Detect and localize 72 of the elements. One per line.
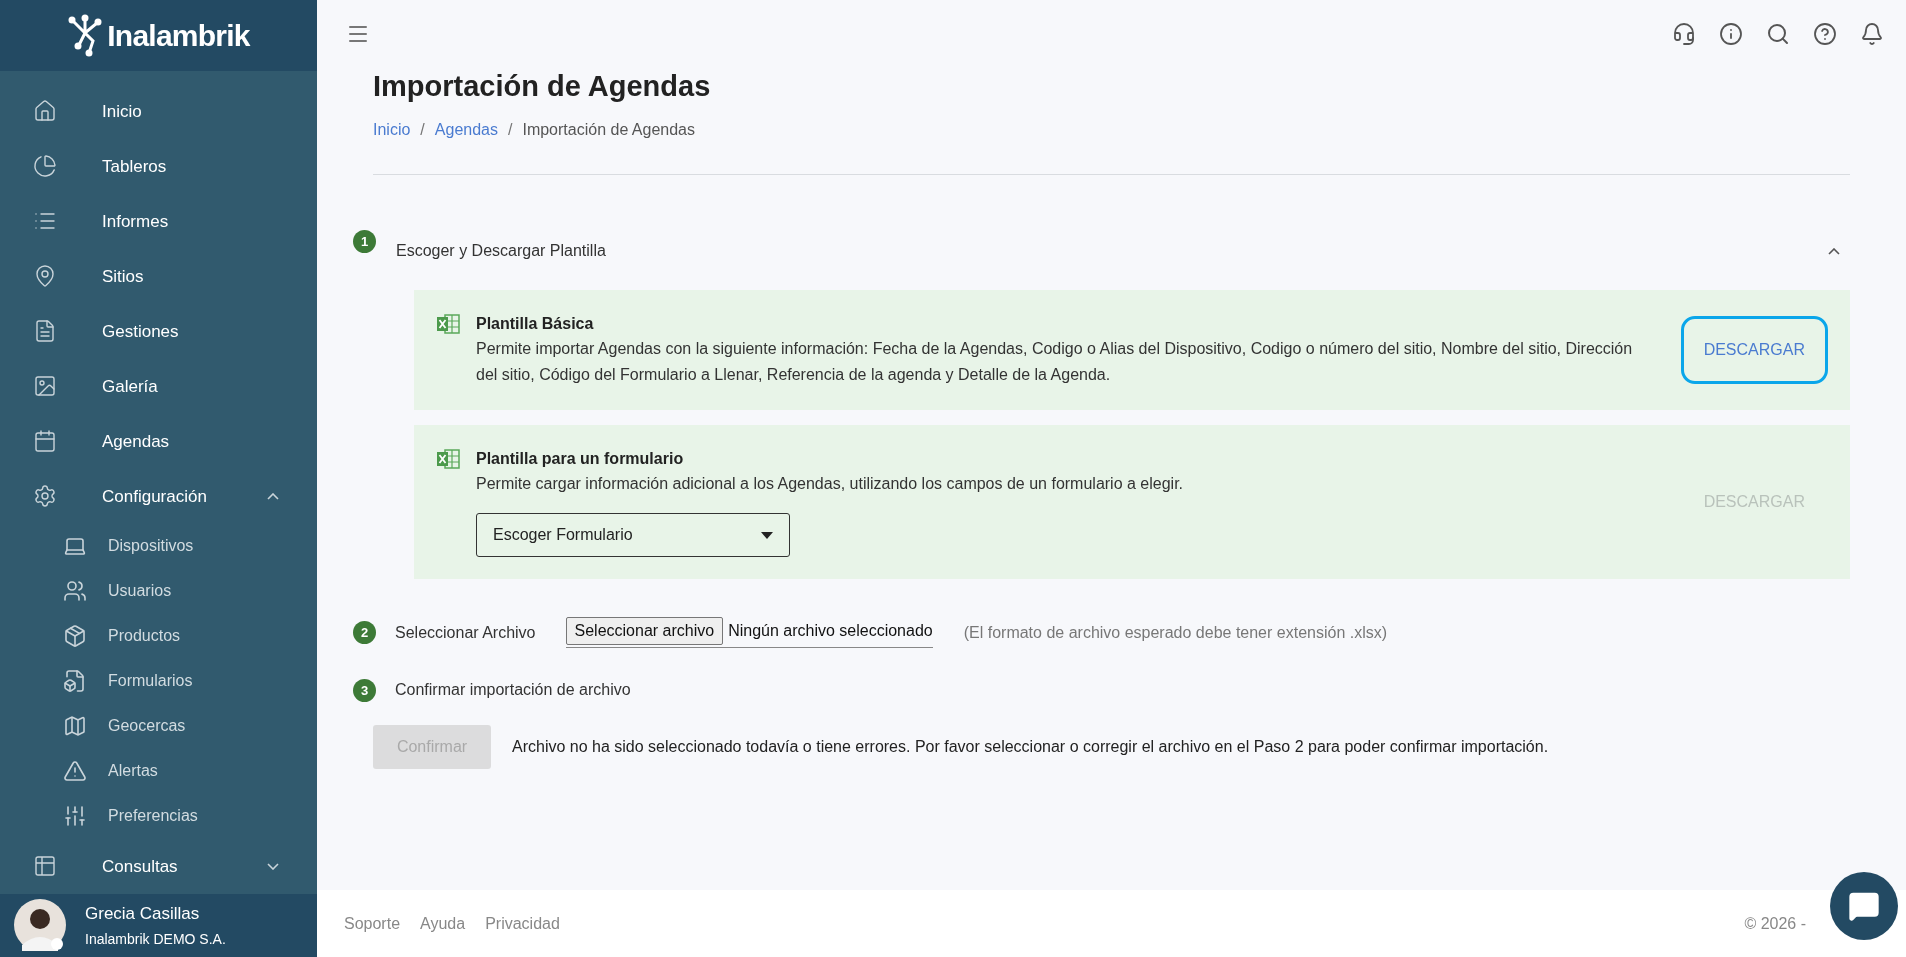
breadcrumb-link[interactable]: Agendas xyxy=(434,118,498,143)
map-pin-icon xyxy=(33,264,57,289)
footer-link[interactable]: Ayuda xyxy=(420,911,466,936)
breadcrumb-separator: / xyxy=(420,120,425,141)
help-icon[interactable] xyxy=(1813,22,1837,46)
footer-link[interactable]: Soporte xyxy=(344,911,401,936)
chevron-down-icon xyxy=(267,862,279,870)
sidebar-subitem[interactable]: Usuarios xyxy=(0,568,317,614)
copyright: © 2026 - xyxy=(1744,913,1806,934)
breadcrumb-link[interactable]: Inicio xyxy=(373,118,411,143)
sidebar-subitem[interactable]: Dispositivos xyxy=(0,523,317,569)
sidebar-item[interactable]: Inicio xyxy=(0,83,317,139)
search-icon[interactable] xyxy=(1766,22,1790,46)
box-icon xyxy=(63,624,87,649)
sidebar-subitem[interactable]: Productos xyxy=(0,613,317,659)
sidebar-item[interactable]: Informes xyxy=(0,193,317,249)
sidebar-item[interactable]: Tableros xyxy=(0,138,317,194)
sidebar-subitem[interactable]: Formularios xyxy=(0,658,317,704)
chevron-up-icon[interactable] xyxy=(1828,247,1840,255)
format-hint: (El formato de archivo esperado debe tener extensión .xlsx) xyxy=(963,622,1388,643)
footer-link[interactable]: Privacidad xyxy=(485,911,560,936)
file-input[interactable]: Seleccionar archivo Ningún archivo seleccionado xyxy=(565,617,933,649)
warning-icon xyxy=(63,759,87,784)
sidebar-item[interactable]: Galería xyxy=(0,358,317,414)
sidebar-subitem[interactable]: Alertas xyxy=(0,748,317,794)
spreadsheet-icon xyxy=(436,313,460,336)
sidebar-subitem[interactable]: Geocercas xyxy=(0,703,317,749)
sliders-icon xyxy=(63,804,87,829)
user-name: Grecia Casillas xyxy=(85,903,201,926)
status-message: Archivo no ha sido seleccionado todavía o tiene errores. Por favor seleccionar o corregir el archivo en el Paso 2 para poder confirmar importación. xyxy=(512,737,1549,758)
sidebar-item[interactable]: Configuración xyxy=(0,468,317,524)
company-name: Inalambrik DEMO S.A. xyxy=(85,929,226,949)
template-title: Plantilla Básica xyxy=(476,314,595,335)
avatar-icon xyxy=(14,899,66,952)
step-number: 1 xyxy=(353,229,376,253)
template-description: Permite importar Agendas con la siguiente información: Fecha de la Agendas, Codigo o Alias del Dispositivo, Codigo o número del sitio, Nombre del sitio, Dirección del sitio, Código del Formulario a Llenar, Referencia de la agenda y Detalle de la Agenda. xyxy=(476,339,1634,386)
map-icon xyxy=(63,714,87,739)
chat-icon xyxy=(1848,890,1880,922)
sidebar-item[interactable]: Consultas xyxy=(0,838,317,894)
gear-icon xyxy=(33,484,57,509)
template-description: Permite cargar información adicional a los Agendas, utilizando los campos de un formulario a elegir. xyxy=(476,474,1185,495)
template-title: Plantilla para un formulario xyxy=(476,449,685,470)
table-icon xyxy=(33,854,57,879)
form-icon xyxy=(63,669,87,694)
sidebar-item[interactable]: Agendas xyxy=(0,413,317,469)
step-number: 2 xyxy=(353,621,376,645)
step-title: Seleccionar Archivo xyxy=(395,622,536,643)
dropdown-arrow-icon xyxy=(761,531,773,539)
home-icon xyxy=(33,99,57,124)
info-icon[interactable] xyxy=(1719,22,1743,46)
image-icon xyxy=(33,374,57,399)
logo-icon xyxy=(67,13,104,58)
form-select[interactable]: Escoger Formulario xyxy=(476,513,790,558)
breadcrumb-separator: / xyxy=(508,120,513,141)
logo-text: Inalambrik xyxy=(107,17,250,54)
step-title: Confirmar importación de archivo xyxy=(395,680,631,701)
spreadsheet-icon xyxy=(436,448,460,471)
download-button[interactable]: DESCARGAR xyxy=(1680,316,1828,385)
step-number: 3 xyxy=(353,678,376,702)
bell-icon[interactable] xyxy=(1860,22,1884,46)
users-icon xyxy=(63,579,87,604)
pie-chart-icon xyxy=(33,154,57,179)
breadcrumb-current: Importación de Agendas xyxy=(522,120,695,141)
sidebar-item[interactable]: Gestiones xyxy=(0,303,317,359)
headset-icon[interactable] xyxy=(1672,22,1696,46)
sidebar-item[interactable]: Sitios xyxy=(0,248,317,304)
document-icon xyxy=(33,319,57,344)
step-title: Escoger y Descargar Plantilla xyxy=(396,241,607,262)
sidebar-subitem[interactable]: Preferencias xyxy=(0,793,317,839)
calendar-icon xyxy=(33,429,57,454)
chevron-up-icon xyxy=(267,492,279,500)
page-title: Importación de Agendas xyxy=(373,69,712,104)
